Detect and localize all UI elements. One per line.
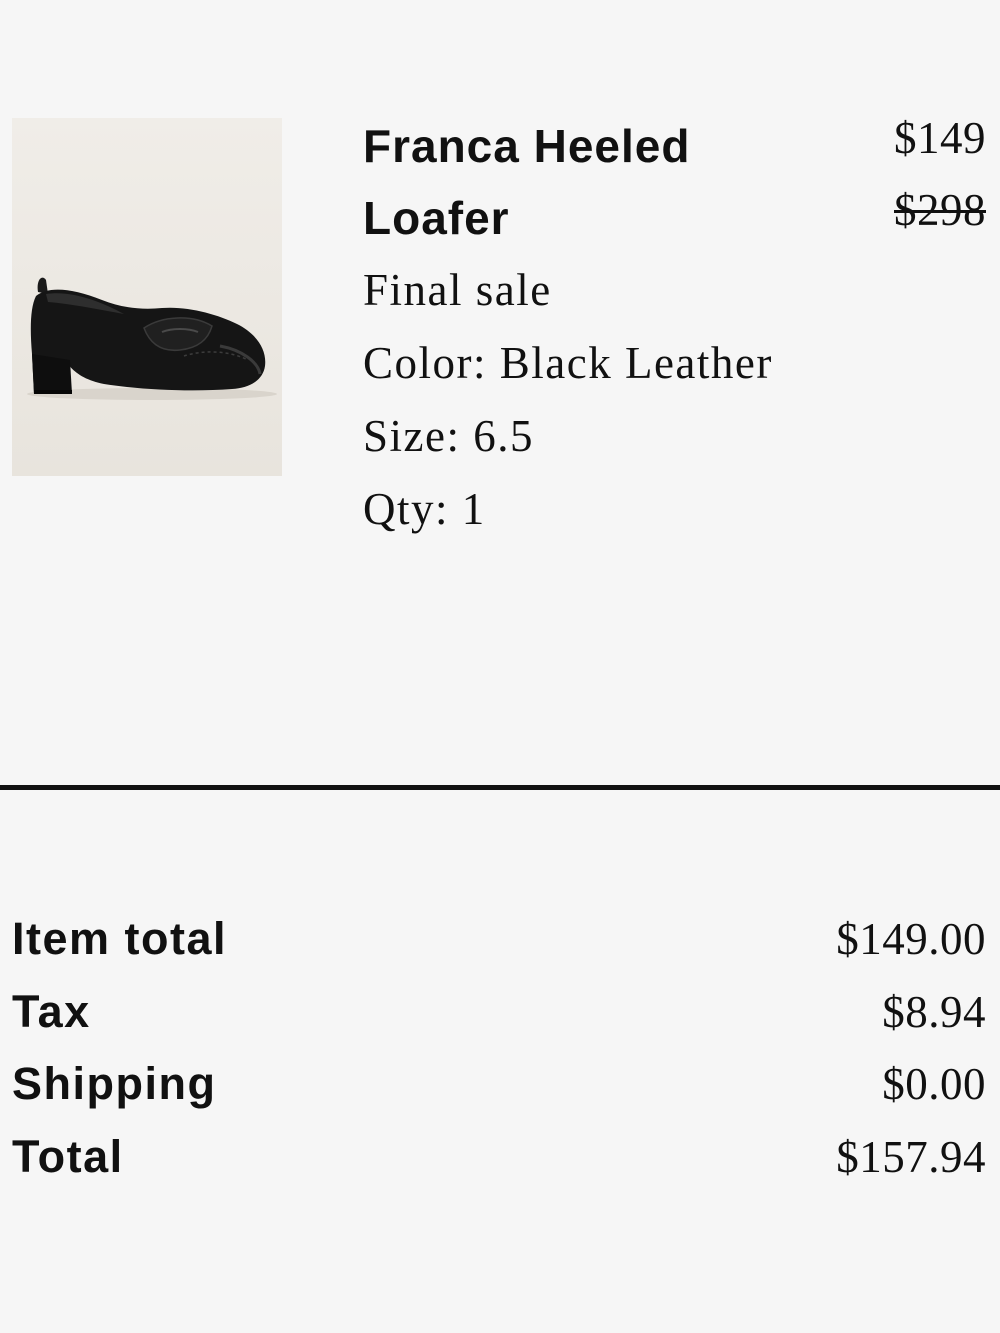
- summary-row-total: Total $157.94: [12, 1131, 986, 1204]
- item-qty: Qty: 1: [363, 484, 486, 534]
- summary-label: Tax: [12, 985, 91, 1037]
- summary-label: Total: [12, 1130, 124, 1182]
- summary-row-item-total: Item total $149.00: [12, 913, 986, 986]
- summary-row-shipping: Shipping $0.00: [12, 1058, 986, 1131]
- item-color: Color: Black Leather: [363, 338, 773, 388]
- summary-row-tax: Tax $8.94: [12, 986, 986, 1059]
- item-name[interactable]: Franca Heeled Loafer: [363, 110, 833, 254]
- loafer-icon: [12, 118, 282, 476]
- divider: [0, 785, 1000, 790]
- item-details: Franca Heeled Loafer Final sale Color: B…: [363, 110, 833, 546]
- original-price: $298: [894, 185, 986, 235]
- final-sale-label: Final sale: [363, 265, 552, 315]
- summary-value: $8.94: [882, 986, 986, 1037]
- summary-value: $149.00: [836, 914, 986, 964]
- item-price: $149 $298: [894, 102, 986, 246]
- summary-label: Shipping: [12, 1058, 217, 1109]
- item-size: Size: 6.5: [363, 411, 534, 461]
- product-image[interactable]: [12, 118, 282, 476]
- summary-value: $0.00: [882, 1059, 986, 1109]
- sale-price: $149: [894, 113, 986, 163]
- summary-label: Item total: [12, 913, 228, 964]
- order-summary: Item total $149.00 Tax $8.94 Shipping $0…: [12, 913, 986, 1203]
- summary-value: $157.94: [836, 1131, 986, 1182]
